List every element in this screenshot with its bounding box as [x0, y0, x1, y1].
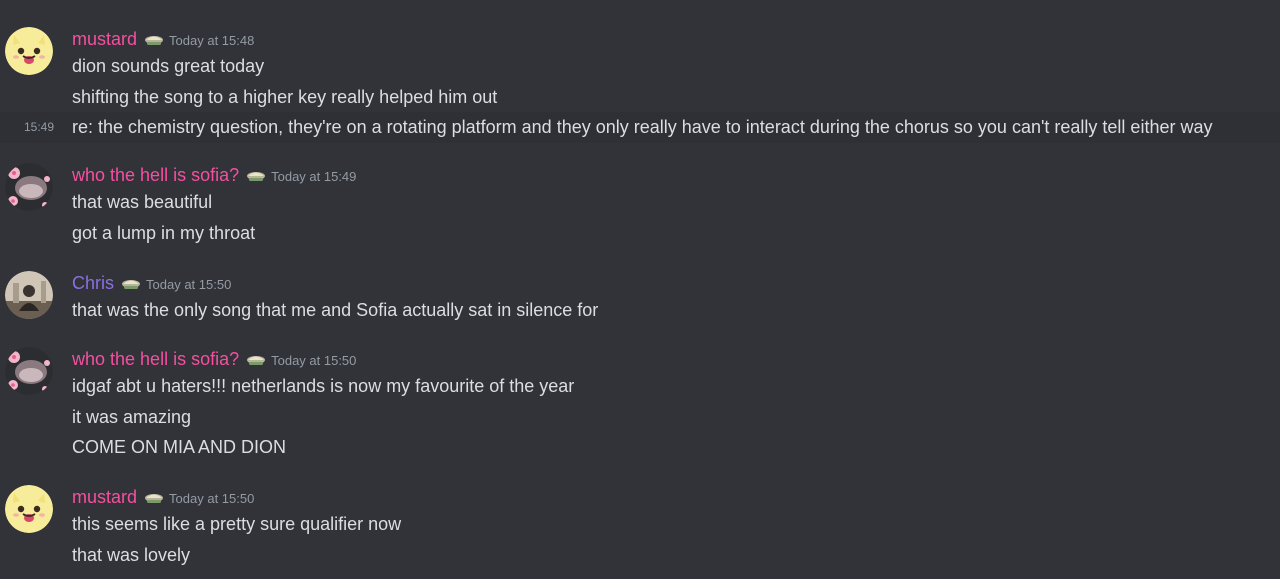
timestamp[interactable]: Today at 15:50 [169, 487, 254, 511]
avatar[interactable] [5, 485, 53, 533]
rice-bowl-icon [120, 275, 142, 291]
message-text: this seems like a pretty sure qualifier … [72, 514, 402, 534]
message-text: got a lump in my throat [72, 222, 256, 243]
message-text: idgaf abt u haters!!! netherlands is now… [72, 376, 575, 396]
message-text-hovered: 15:49 re: the chemistry question, they'r… [0, 112, 1280, 143]
message-header: mustard Today at 15:48 [72, 27, 1240, 51]
message-header: Chris Today at 15:50 [72, 271, 1240, 295]
message-group: who the hell is sofia? Today at 15:49 th… [0, 163, 1280, 248]
timestamp[interactable]: Today at 15:50 [271, 349, 356, 373]
avatar[interactable] [5, 163, 53, 211]
photo-avatar-icon [5, 271, 53, 319]
message-header: who the hell is sofia? Today at 15:50 [72, 347, 1240, 371]
yellow-cat-avatar-icon [5, 27, 53, 75]
message-text: shifting the song to a higher key really… [72, 86, 498, 107]
rice-bowl-icon [245, 351, 267, 367]
chat-messages: mustard Today at 15:48 dion sounds great… [0, 0, 1280, 579]
message-text: that was beautiful [72, 192, 213, 212]
message-header: mustard Today at 15:50 [72, 485, 1240, 509]
username[interactable]: who the hell is sofia? [72, 347, 239, 371]
avatar[interactable] [5, 271, 53, 319]
message-text: that was the only song that me and Sofia… [72, 300, 599, 320]
message-text: dion sounds great today [72, 56, 265, 76]
message-group: mustard Today at 15:50 this seems like a… [0, 485, 1280, 570]
avatar[interactable] [5, 347, 53, 395]
hover-timestamp[interactable]: 15:49 [24, 112, 54, 143]
timestamp[interactable]: Today at 15:48 [169, 29, 254, 53]
yellow-cat-avatar-icon [5, 485, 53, 533]
rice-bowl-icon [245, 167, 267, 183]
message-header: who the hell is sofia? Today at 15:49 [72, 163, 1240, 187]
username[interactable]: mustard [72, 27, 137, 51]
cherry-blossom-avatar-icon [5, 347, 53, 395]
message-group: mustard Today at 15:48 dion sounds great… [0, 27, 1280, 143]
timestamp[interactable]: Today at 15:49 [271, 165, 356, 189]
message-text: COME ON MIA AND DION [72, 437, 287, 457]
message-text: it was amazing [72, 406, 192, 427]
rice-bowl-icon [143, 31, 165, 47]
message-text-content: re: the chemistry question, they're on a… [72, 117, 1213, 137]
message-group: Chris Today at 15:50 that was the only s… [0, 271, 1280, 326]
cherry-blossom-avatar-icon [5, 163, 53, 211]
rice-bowl-icon [143, 489, 165, 505]
message-group: who the hell is sofia? Today at 15:50 id… [0, 347, 1280, 463]
username[interactable]: Chris [72, 271, 114, 295]
username[interactable]: who the hell is sofia? [72, 163, 239, 187]
timestamp[interactable]: Today at 15:50 [146, 273, 231, 297]
username[interactable]: mustard [72, 485, 137, 509]
avatar[interactable] [5, 27, 53, 75]
message-text: that was lovely [72, 544, 191, 565]
